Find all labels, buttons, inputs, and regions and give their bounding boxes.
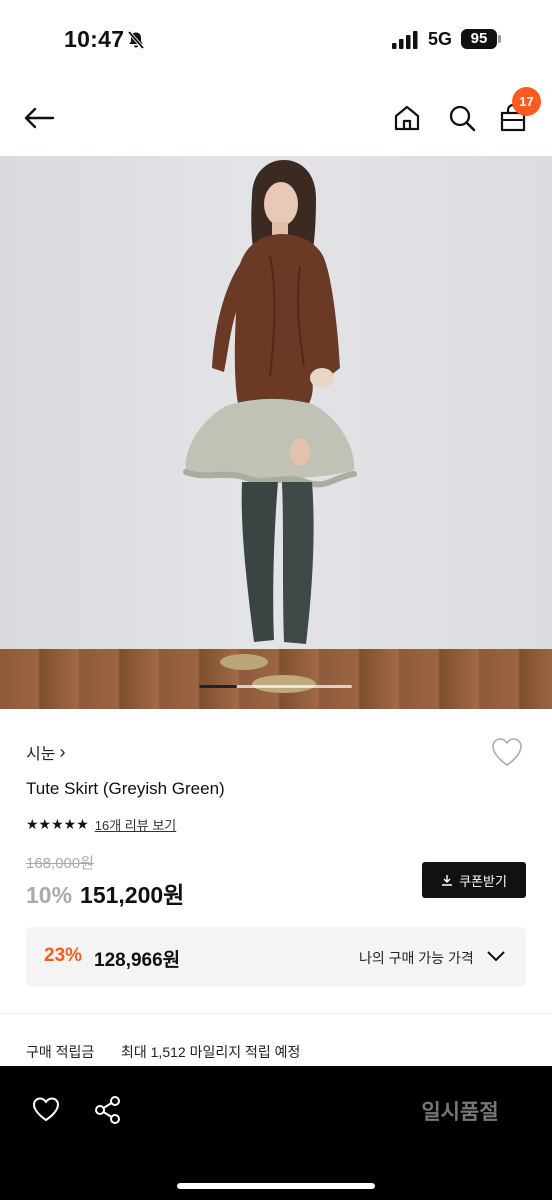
search-icon <box>449 105 476 132</box>
search-button[interactable] <box>442 98 482 138</box>
star-rating: ★★★★★ <box>26 816 89 832</box>
signal-icon <box>392 31 418 49</box>
status-bar: 10:47 5G 95 <box>0 0 552 80</box>
home-icon <box>394 105 420 131</box>
download-icon <box>442 875 453 886</box>
battery-tip <box>498 35 501 43</box>
app-header <box>0 80 552 156</box>
battery-icon: 95 <box>461 29 497 49</box>
price-row: 10% 151,200원 <box>26 876 184 910</box>
review-link[interactable]: 16개 리뷰 보기 <box>95 815 176 834</box>
member-discount: 23% <box>44 945 83 966</box>
member-price-label: 나의 구매 가능 가격 <box>359 950 474 966</box>
status-time: 10:47 <box>64 26 125 52</box>
carousel-progress-indicator <box>199 685 237 688</box>
bottom-action-bar: 일시품절 <box>0 1066 552 1200</box>
arrow-left-icon <box>24 107 55 129</box>
sale-price: 151,200원 <box>80 882 185 908</box>
coupon-button-label: 쿠폰받기 <box>459 873 507 889</box>
chevron-right-icon: › <box>59 741 66 762</box>
home-button[interactable] <box>387 98 427 138</box>
cart-count-badge: 17 <box>512 87 541 116</box>
discount-rate: 10% <box>26 882 73 908</box>
member-price-box[interactable]: 23% 128,966원 나의 구매 가능 가격 <box>26 927 526 987</box>
rating-row: ★★★★★ 16개 리뷰 보기 <box>26 815 176 834</box>
section-divider <box>0 1013 552 1014</box>
chevron-down-icon <box>487 951 505 962</box>
network-type: 5G <box>428 29 453 49</box>
original-price: 168,000원 <box>26 855 95 872</box>
brand-name: 시눈 <box>26 746 56 763</box>
points-value: 최대 1,512 마일리지 적립 예정 <box>121 1044 301 1060</box>
points-label: 구매 적립금 <box>26 1044 95 1060</box>
brand-link[interactable]: 시눈 › <box>26 740 65 764</box>
product-name: Tute Skirt (Greyish Green) <box>26 779 225 798</box>
back-button[interactable] <box>19 98 59 138</box>
home-indicator <box>177 1183 375 1189</box>
coupon-button[interactable]: 쿠폰받기 <box>422 862 526 898</box>
bell-off-icon <box>127 30 145 50</box>
product-image[interactable] <box>0 156 552 709</box>
heart-icon[interactable] <box>32 1096 60 1122</box>
heart-icon[interactable] <box>490 736 524 768</box>
member-price: 128,966원 <box>94 950 181 971</box>
sold-out-button[interactable]: 일시품절 <box>400 1096 520 1126</box>
model-figure <box>183 160 357 693</box>
share-icon[interactable] <box>94 1095 122 1125</box>
